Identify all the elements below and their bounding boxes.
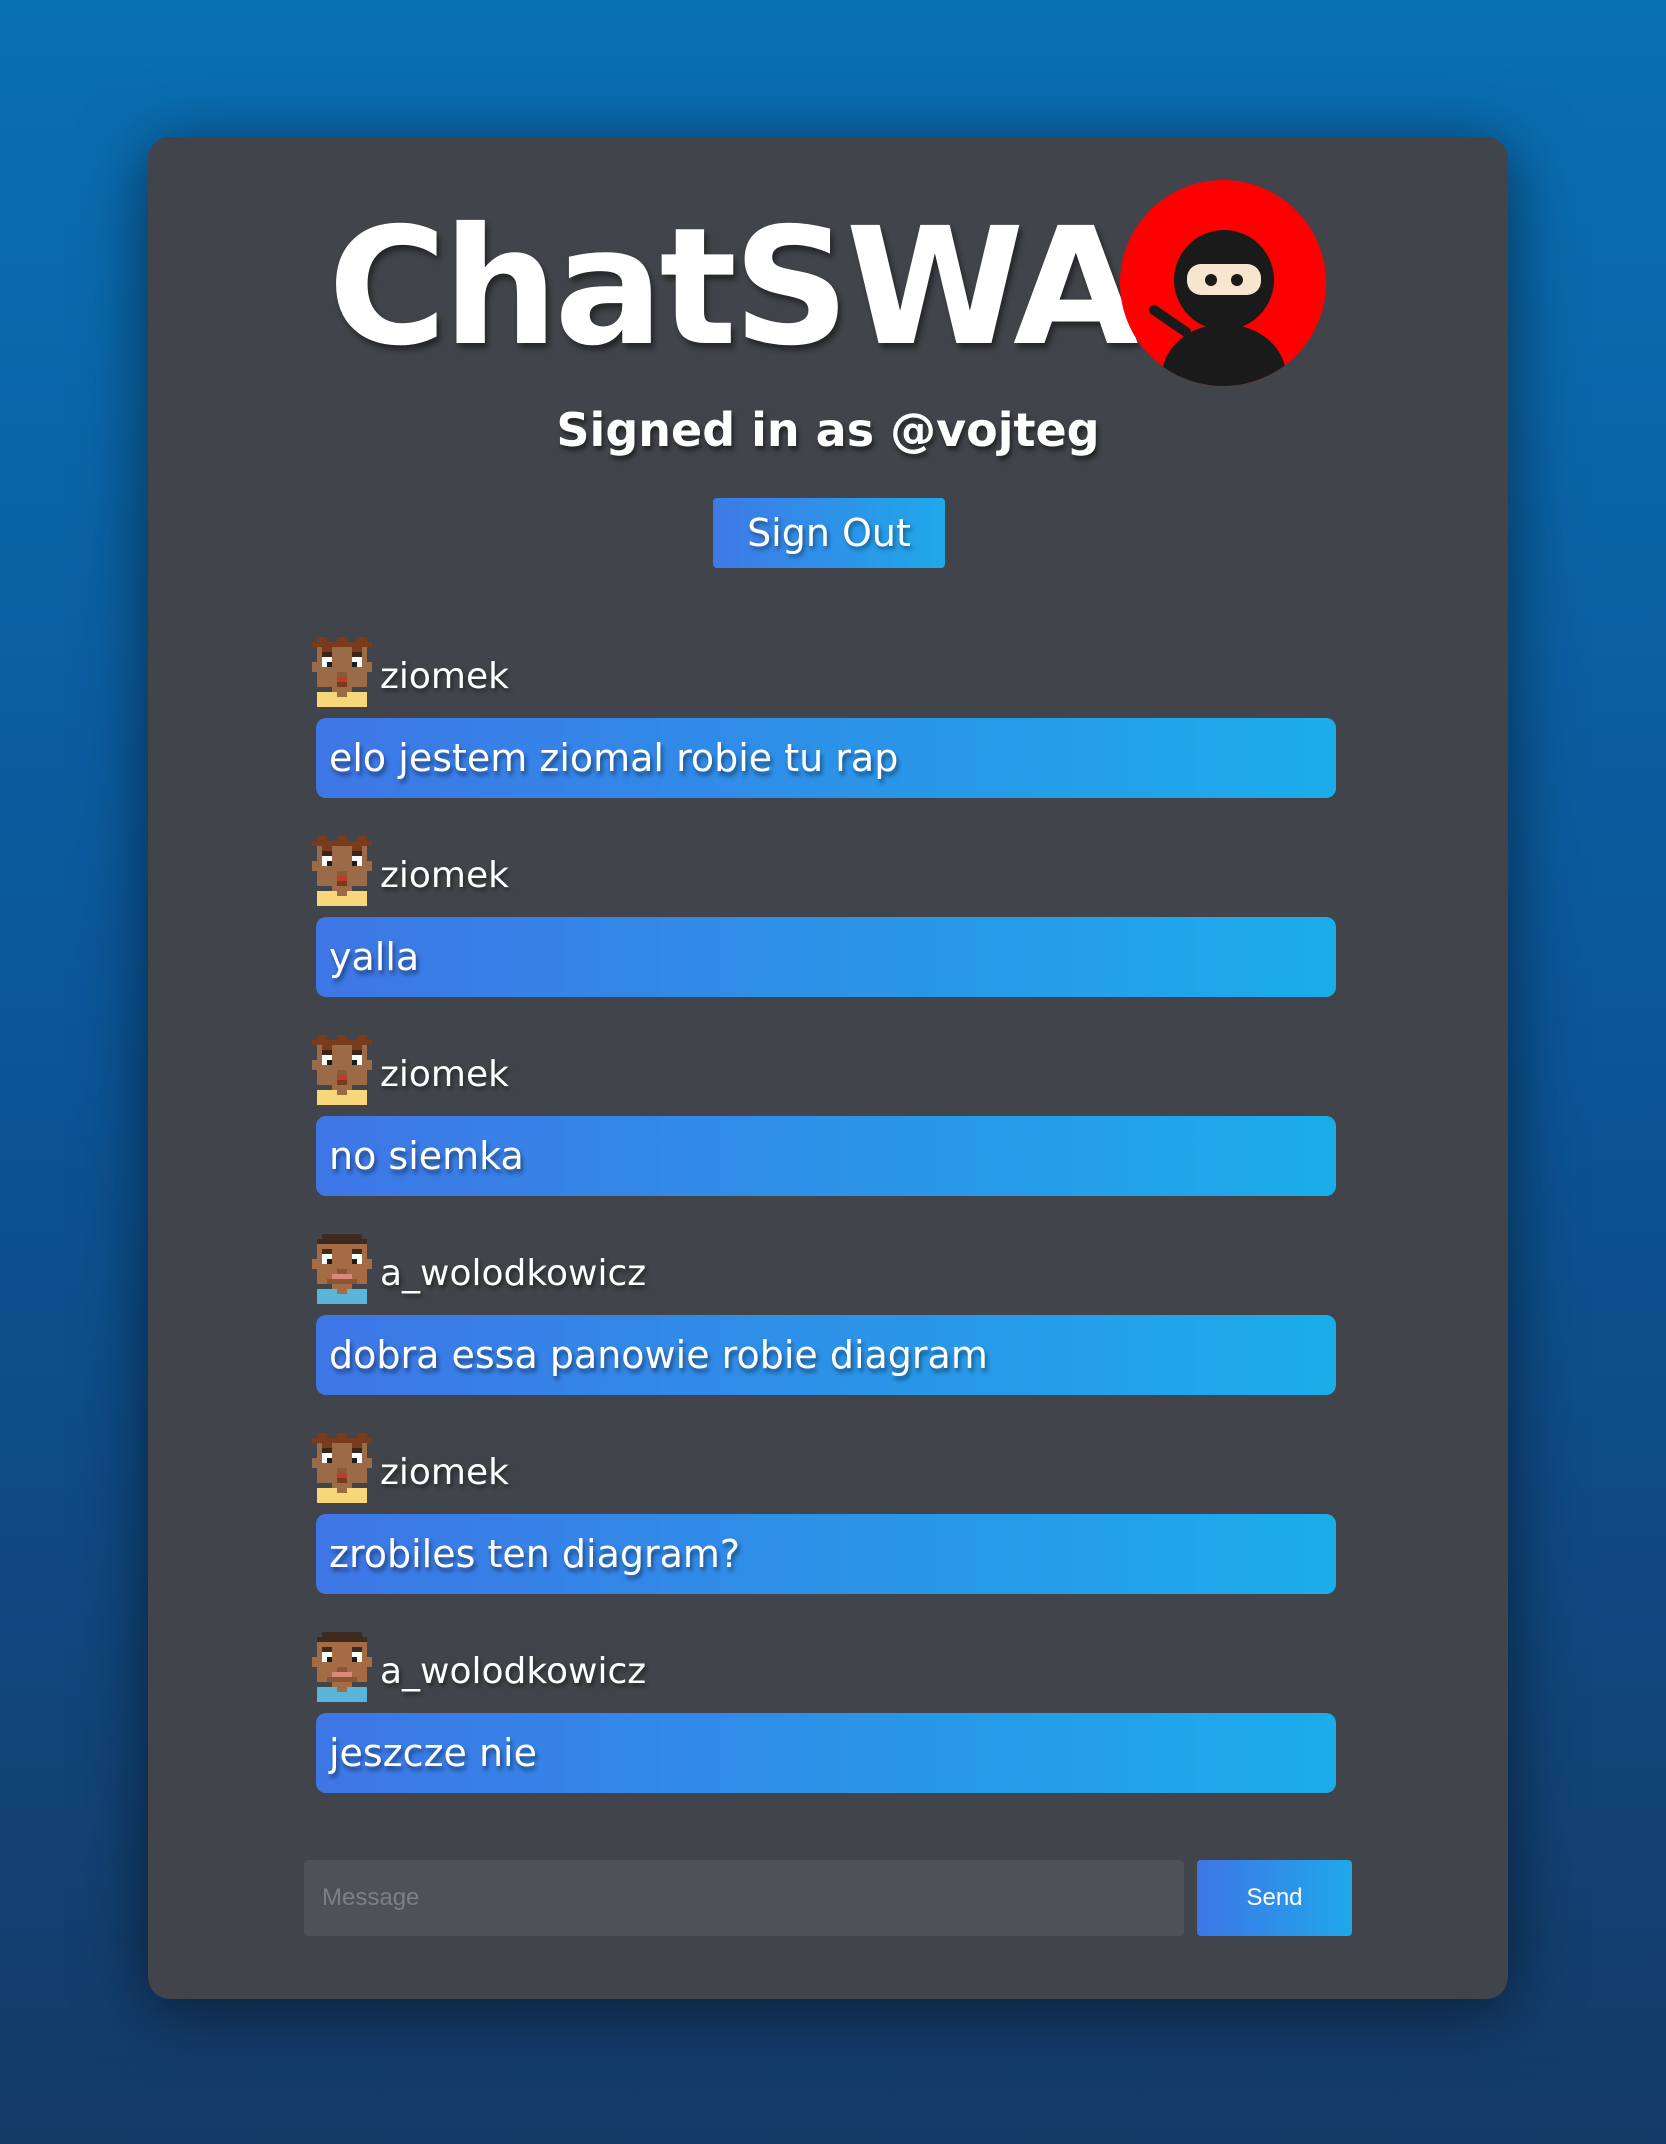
message-bubble: yalla [316, 917, 1336, 997]
pixel-avatar-ziomek-icon [312, 1433, 372, 1503]
message-header: ziomek [312, 1433, 1352, 1503]
pixel-avatar-ziomek-icon [312, 836, 372, 906]
message-header: ziomek [312, 637, 1352, 707]
chat-card: ChatSWA Signed in as @vojteg Sign Out zi… [148, 137, 1508, 1999]
signed-in-status: Signed in as @vojteg [556, 403, 1100, 457]
message-header: ziomek [312, 1035, 1352, 1105]
message-item: ziomek zrobiles ten diagram? [312, 1433, 1352, 1632]
message-header: a_wolodkowicz [312, 1632, 1352, 1702]
sign-out-button[interactable]: Sign Out [713, 498, 945, 568]
ninja-icon [1120, 180, 1326, 386]
message-item: a_wolodkowicz jeszcze nie [312, 1632, 1352, 1831]
app-title: ChatSWA [328, 194, 1138, 382]
message-item: ziomek yalla [312, 836, 1352, 1035]
message-username: a_wolodkowicz [380, 1253, 647, 1294]
message-bubble: zrobiles ten diagram? [316, 1514, 1336, 1594]
message-item: a_wolodkowicz dobra essa panowie robie d… [312, 1234, 1352, 1433]
send-button[interactable]: Send [1197, 1860, 1352, 1936]
message-bubble: jeszcze nie [316, 1713, 1336, 1793]
message-username: ziomek [380, 1054, 509, 1095]
message-input[interactable] [304, 1860, 1184, 1936]
pixel-avatar-ziomek-icon [312, 1035, 372, 1105]
pixel-avatar-a-wolodkowicz-icon [312, 1234, 372, 1304]
message-item: ziomek no siemka [312, 1035, 1352, 1234]
message-composer: Send [304, 1860, 1352, 1936]
message-header: a_wolodkowicz [312, 1234, 1352, 1304]
message-username: ziomek [380, 1452, 509, 1493]
message-list: ziomek elo jestem ziomal robie tu rap zi… [312, 637, 1352, 1831]
message-bubble: dobra essa panowie robie diagram [316, 1315, 1336, 1395]
pixel-avatar-ziomek-icon [312, 637, 372, 707]
message-item: ziomek elo jestem ziomal robie tu rap [312, 637, 1352, 836]
message-username: ziomek [380, 656, 509, 697]
message-username: a_wolodkowicz [380, 1651, 647, 1692]
pixel-avatar-a-wolodkowicz-icon [312, 1632, 372, 1702]
message-bubble: no siemka [316, 1116, 1336, 1196]
message-header: ziomek [312, 836, 1352, 906]
message-username: ziomek [380, 855, 509, 896]
header: ChatSWA [148, 137, 1508, 397]
message-bubble: elo jestem ziomal robie tu rap [316, 718, 1336, 798]
